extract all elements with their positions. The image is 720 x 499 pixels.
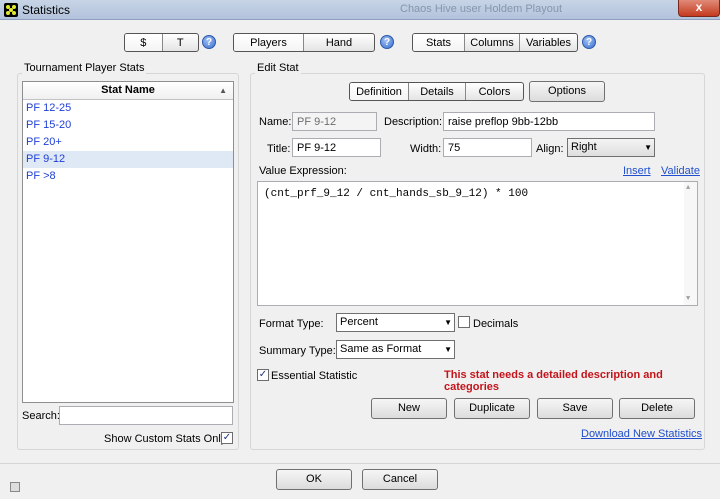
- download-new-statistics-link[interactable]: Download New Statistics: [581, 428, 702, 440]
- chevron-down-icon: ▼: [444, 318, 452, 327]
- chevron-down-icon: ▼: [644, 143, 652, 152]
- summary-type-select[interactable]: Same as Format ▼: [336, 340, 455, 359]
- ok-button[interactable]: OK: [276, 469, 352, 490]
- edit-tabs: Definition Details Colors: [349, 82, 524, 101]
- decimals-label: Decimals: [473, 318, 519, 330]
- format-type-select[interactable]: Percent ▼: [336, 313, 455, 332]
- width-label: Width:: [410, 143, 442, 155]
- name-field: [292, 112, 377, 131]
- currency-help-icon[interactable]: ?: [202, 35, 216, 49]
- tournament-stats-group-label: Tournament Player Stats: [22, 62, 147, 74]
- new-button[interactable]: New: [371, 398, 447, 419]
- custom-only-checkbox[interactable]: ✓: [221, 432, 233, 444]
- variables-button[interactable]: Variables: [519, 34, 577, 51]
- essential-statistic-checkbox[interactable]: ✓: [257, 369, 269, 381]
- window-title: Statistics: [22, 3, 71, 17]
- title-label: Title:: [267, 143, 291, 155]
- warning-message: This stat needs a detailed description a…: [444, 369, 663, 393]
- save-button[interactable]: Save: [537, 398, 613, 419]
- title-field[interactable]: [292, 138, 381, 157]
- align-select[interactable]: Right ▼: [567, 138, 655, 157]
- list-item[interactable]: PF >8: [23, 168, 233, 185]
- list-item[interactable]: PF 12-25: [23, 100, 233, 117]
- scroll-up-icon: ▲: [686, 184, 691, 192]
- tab-details[interactable]: Details: [408, 83, 465, 100]
- delete-button[interactable]: Delete: [619, 398, 695, 419]
- scope-help-icon[interactable]: ?: [380, 35, 394, 49]
- name-label: Name:: [259, 116, 292, 128]
- duplicate-button[interactable]: Duplicate: [454, 398, 530, 419]
- width-field[interactable]: [443, 138, 532, 157]
- value-expression-label: Value Expression:: [259, 165, 347, 177]
- description-label: Description:: [384, 116, 443, 128]
- stat-list: Stat Name ▲ PF 12-25 PF 15-20 PF 20+ PF 9-1…: [22, 81, 234, 403]
- list-item[interactable]: PF 9-12: [23, 151, 233, 168]
- chevron-down-icon: ▼: [444, 345, 452, 354]
- tab-definition[interactable]: Definition: [350, 83, 408, 100]
- custom-only-label: Show Custom Stats Only: [104, 433, 227, 445]
- scope-toggle: Players Hand: [233, 33, 375, 52]
- format-type-label: Format Type:: [259, 318, 324, 330]
- tab-colors[interactable]: Colors: [465, 83, 523, 100]
- players-button[interactable]: Players: [234, 34, 303, 51]
- tournament-chips-button[interactable]: T: [161, 34, 199, 51]
- edit-stat-group-label: Edit Stat: [255, 62, 301, 74]
- sort-ascending-icon: ▲: [219, 86, 227, 95]
- view-help-icon[interactable]: ?: [582, 35, 596, 49]
- list-item[interactable]: PF 20+: [23, 134, 233, 151]
- decimals-checkbox[interactable]: [458, 316, 470, 328]
- search-label: Search:: [22, 410, 60, 422]
- dollar-button[interactable]: $: [125, 34, 162, 51]
- essential-statistic-label: Essential Statistic: [271, 370, 358, 382]
- title-bar: Statistics Chaos Hive user Holdem Playou…: [0, 0, 720, 20]
- scroll-down-icon: ▼: [686, 295, 691, 303]
- validate-link[interactable]: Validate: [661, 165, 700, 177]
- stat-name-column-header[interactable]: Stat Name ▲: [23, 82, 233, 100]
- stats-button[interactable]: Stats: [413, 34, 464, 51]
- description-field[interactable]: [443, 112, 655, 131]
- background-window-title: Chaos Hive user Holdem Playout: [400, 3, 563, 15]
- insert-link[interactable]: Insert: [623, 165, 651, 177]
- list-item[interactable]: PF 15-20: [23, 117, 233, 134]
- resize-grip-icon[interactable]: [10, 482, 20, 492]
- footer-divider: [0, 463, 720, 464]
- summary-type-label: Summary Type:: [259, 345, 336, 357]
- search-input[interactable]: [59, 406, 233, 425]
- view-toggle: Stats Columns Variables: [412, 33, 578, 52]
- cancel-button[interactable]: Cancel: [362, 469, 438, 490]
- close-button[interactable]: x: [678, 0, 720, 17]
- columns-button[interactable]: Columns: [464, 34, 519, 51]
- app-logo-icon: [4, 3, 18, 17]
- expression-scrollbar[interactable]: ▲ ▼: [684, 182, 697, 305]
- align-label: Align:: [536, 143, 564, 155]
- currency-toggle: $ T: [124, 33, 199, 52]
- hand-button[interactable]: Hand: [303, 34, 374, 51]
- value-expression-editor[interactable]: (cnt_prf_9_12 / cnt_hands_sb_9_12) * 100…: [257, 181, 698, 306]
- options-button[interactable]: Options: [529, 81, 605, 102]
